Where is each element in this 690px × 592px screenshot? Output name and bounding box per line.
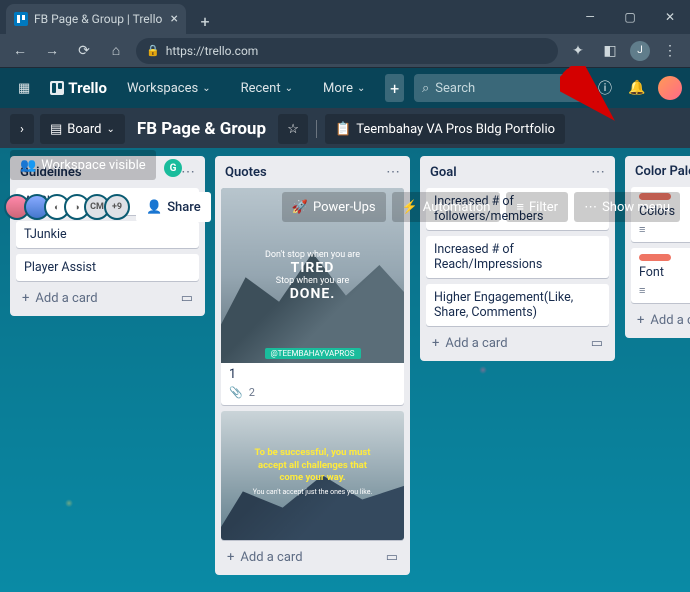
workspaces-dropdown[interactable]: Workspaces⌄	[117, 74, 221, 102]
url-input[interactable]: 🔒 https://trello.com	[136, 38, 558, 64]
browser-address-bar: ← → ⟳ ⌂ 🔒 https://trello.com ✦ ◧ J ⋮	[0, 34, 690, 68]
card[interactable]: Increased # of Reach/Impressions	[426, 236, 609, 278]
automation-button[interactable]: ⚡ Automation	[392, 192, 501, 222]
linked-board-button[interactable]: 📋 Teembahay VA Pros Bldg Portfolio	[325, 114, 565, 144]
apps-grid-icon[interactable]: ▦	[8, 74, 40, 102]
close-tab-icon[interactable]: ×	[171, 11, 178, 27]
window-controls: — ▢ ✕	[570, 0, 690, 34]
minimize-button[interactable]: —	[570, 0, 610, 34]
add-card-button[interactable]: + Add a card ▭	[426, 332, 609, 355]
template-icon[interactable]: ▭	[386, 550, 398, 565]
card[interactable]: Player Assist	[16, 254, 199, 281]
overflow-menu-icon[interactable]: ⋮	[658, 39, 682, 63]
add-card-button[interactable]: + Add a card ▭	[221, 546, 404, 569]
lock-icon: 🔒	[146, 44, 160, 57]
extensions-icon[interactable]: ✦	[566, 39, 590, 63]
forward-button[interactable]: →	[40, 39, 64, 63]
notifications-icon[interactable]: 🔔	[626, 77, 648, 99]
template-icon[interactable]: ▭	[181, 291, 193, 306]
trello-favicon	[14, 12, 28, 26]
template-icon[interactable]: ▭	[591, 336, 603, 351]
maximize-button[interactable]: ▢	[610, 0, 650, 34]
url-text: https://trello.com	[166, 44, 259, 58]
search-input[interactable]: ⌕ Search	[414, 74, 584, 102]
card-cover-image: To be successful, you must accept all ch…	[221, 411, 404, 540]
close-window-button[interactable]: ✕	[650, 0, 690, 34]
share-button[interactable]: 👤 Share	[136, 192, 211, 222]
add-card-button[interactable]: + Add a card ▭	[16, 287, 199, 310]
profile-avatar[interactable]: J	[630, 41, 650, 61]
back-button[interactable]: ←	[8, 39, 32, 63]
card[interactable]: Higher Engagement(Like, Share, Comments)	[426, 284, 609, 326]
sidebar-toggle[interactable]: ›	[10, 114, 34, 144]
browser-titlebar: FB Page & Group | Trello × + — ▢ ✕	[0, 0, 690, 34]
card[interactable]: Font ≡	[631, 248, 690, 303]
card-label	[639, 254, 671, 261]
card[interactable]: To be successful, you must accept all ch…	[221, 411, 404, 540]
trello-top-nav: ▦ Trello Workspaces⌄ Recent⌄ More⌄ + ⌕ S…	[0, 68, 690, 108]
show-menu-button[interactable]: ⋯ Show menu	[574, 192, 680, 222]
board-header: › ▤ Board ⌄ FB Page & Group ☆ 📋 Teembaha…	[0, 108, 690, 228]
new-tab-button[interactable]: +	[192, 8, 218, 34]
attachment-icon: 📎	[229, 386, 243, 399]
info-icon[interactable]: ⓘ	[594, 77, 616, 99]
power-ups-button[interactable]: 🚀 Power-Ups	[282, 192, 386, 222]
search-icon: ⌕	[422, 81, 429, 96]
add-card-button[interactable]: + Add a card	[631, 309, 690, 332]
trello-logo[interactable]: Trello	[50, 79, 107, 97]
reload-button[interactable]: ⟳	[72, 39, 96, 63]
create-button[interactable]: +	[385, 74, 404, 102]
star-button[interactable]: ☆	[278, 114, 308, 144]
user-avatar[interactable]	[658, 76, 682, 100]
more-dropdown[interactable]: More⌄	[313, 74, 375, 102]
board-members[interactable]: ◐ ◑ CM +9	[10, 194, 130, 220]
board-view-button[interactable]: ▤ Board ⌄	[40, 114, 125, 144]
visibility-button[interactable]: 👥 Workspace visible	[10, 150, 156, 180]
browser-tab[interactable]: FB Page & Group | Trello ×	[6, 4, 186, 34]
tab-title: FB Page & Group | Trello	[34, 12, 162, 26]
home-button[interactable]: ⌂	[104, 39, 128, 63]
recent-dropdown[interactable]: Recent⌄	[231, 74, 303, 102]
board-title[interactable]: FB Page & Group	[131, 119, 272, 139]
filter-button[interactable]: ≡ Filter	[506, 192, 568, 222]
panel-icon[interactable]: ◧	[598, 39, 622, 63]
